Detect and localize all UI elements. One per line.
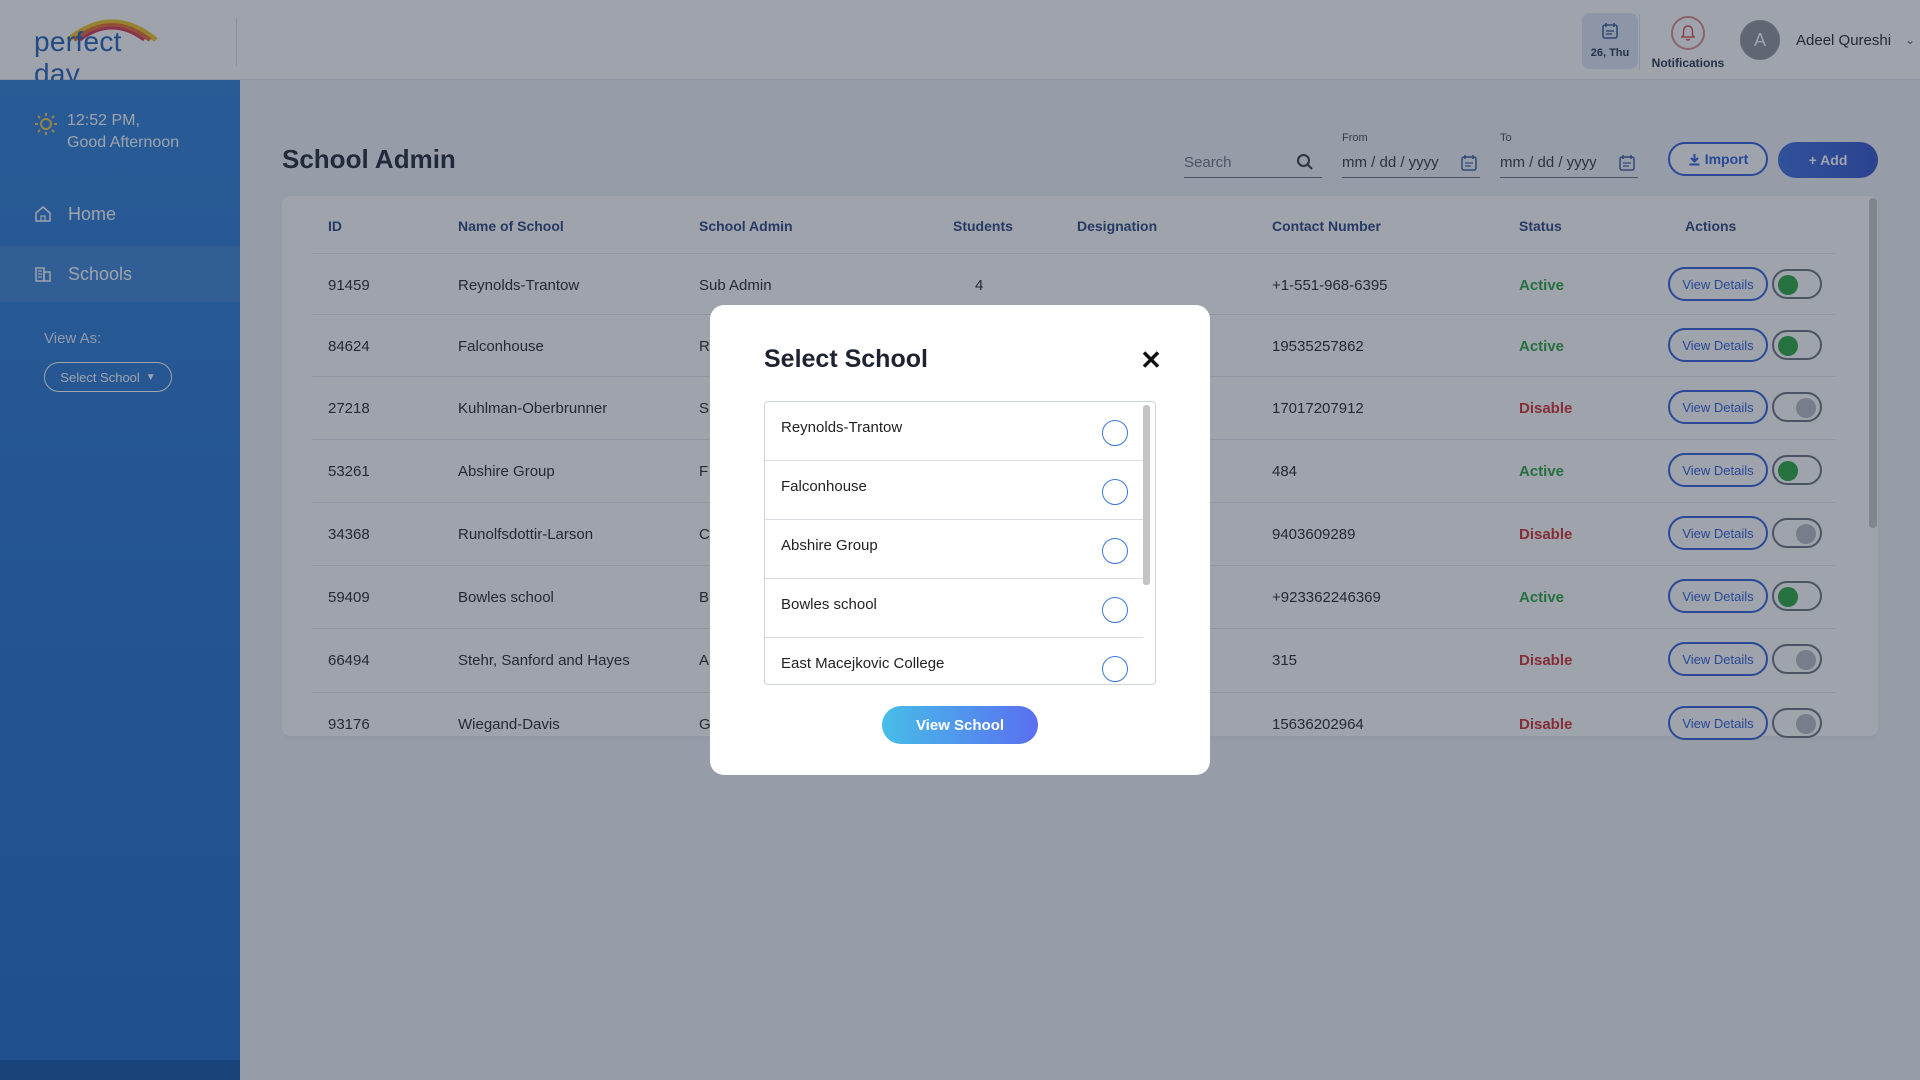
select-school-modal: Select School ✕ Reynolds-Trantow Falconh…: [710, 305, 1210, 775]
school-radio[interactable]: [1102, 538, 1128, 564]
school-name: Bowles school: [781, 596, 877, 613]
list-item[interactable]: Abshire Group: [765, 520, 1143, 579]
school-radio[interactable]: [1102, 656, 1128, 682]
list-item[interactable]: Reynolds-Trantow: [765, 402, 1143, 461]
school-name: Falconhouse: [781, 478, 867, 495]
school-radio[interactable]: [1102, 479, 1128, 505]
school-name: Reynolds-Trantow: [781, 419, 903, 436]
school-list[interactable]: Reynolds-Trantow Falconhouse Abshire Gro…: [764, 401, 1156, 685]
school-name: Abshire Group: [781, 537, 878, 554]
list-item[interactable]: Bowles school: [765, 579, 1143, 638]
close-icon[interactable]: ✕: [1138, 347, 1164, 373]
modal-title: Select School: [764, 345, 928, 373]
list-item[interactable]: East Macejkovic College: [765, 638, 1143, 684]
school-radio[interactable]: [1102, 597, 1128, 623]
school-list-scrollbar[interactable]: [1143, 405, 1150, 585]
school-name: East Macejkovic College: [781, 655, 945, 672]
view-school-button[interactable]: View School: [882, 706, 1038, 744]
school-radio[interactable]: [1102, 420, 1128, 446]
list-item[interactable]: Falconhouse: [765, 461, 1143, 520]
